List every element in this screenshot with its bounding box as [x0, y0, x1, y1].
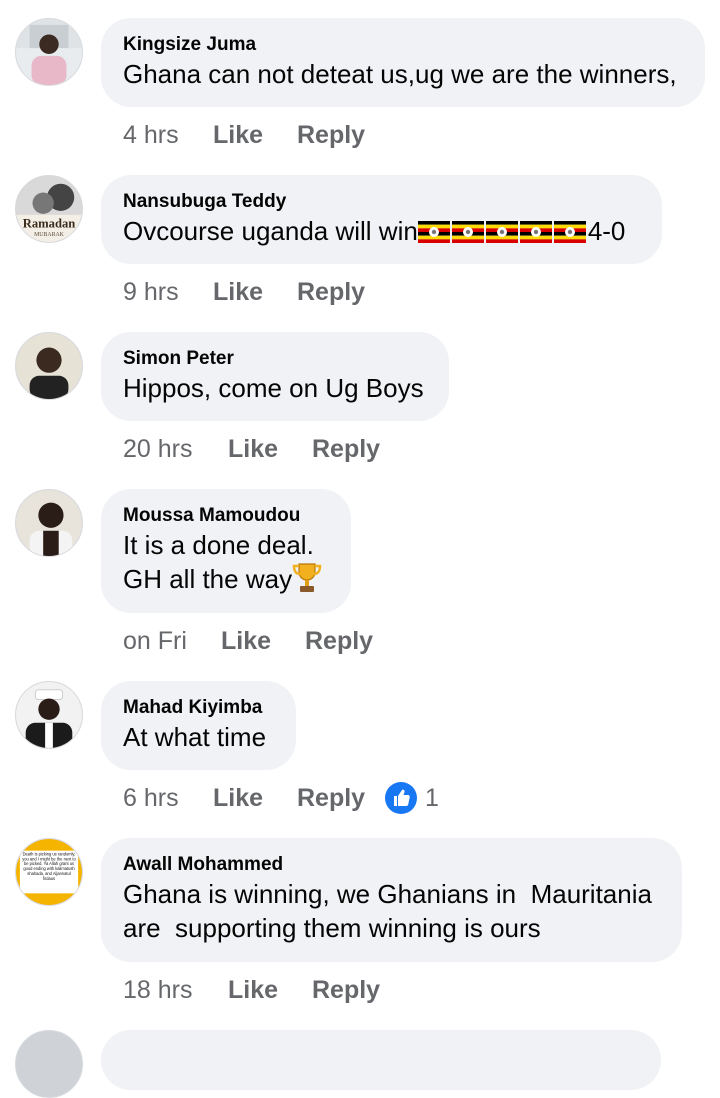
comment-bubble: Kingsize Juma Ghana can not deteat us,ug…	[101, 18, 705, 107]
comment-text-line: Ghana can not deteat us,ug we are the wi…	[123, 59, 677, 89]
avatar-text: Ramadan	[23, 216, 76, 230]
reply-button[interactable]: Reply	[312, 435, 380, 464]
reply-button[interactable]: Reply	[305, 627, 373, 656]
comment-text-line-2: GH all the way	[123, 562, 329, 596]
comment-time[interactable]: on Fri	[123, 627, 221, 656]
comment-text-line-content: GH all the way	[123, 564, 293, 594]
comment-bubble: Mahad Kiyimba At what time	[101, 681, 296, 770]
like-button[interactable]: Like	[213, 121, 297, 150]
comment-time[interactable]: 18 hrs	[123, 976, 228, 1005]
uganda-flag-icon	[451, 221, 484, 243]
uganda-flag-icon	[519, 221, 552, 243]
avatar[interactable]	[15, 681, 83, 749]
comment-text-line: It is a done deal.	[123, 530, 314, 560]
uganda-flag-icon	[553, 221, 586, 243]
avatar-text: Death is picking us randomly, you and I …	[22, 851, 76, 881]
comment-bubble: Awall Mohammed Ghana is winning, we Ghan…	[101, 838, 682, 962]
reply-button[interactable]: Reply	[297, 278, 365, 307]
comment-text: Hippos, come on Ug Boys	[123, 371, 427, 405]
avatar[interactable]	[15, 1030, 83, 1098]
flags-group	[417, 216, 588, 246]
reply-button[interactable]: Reply	[297, 784, 385, 813]
comment-meta: 18 hrs Like Reply	[123, 970, 380, 1010]
comment-meta: 4 hrs Like Reply	[123, 115, 365, 155]
comment-author[interactable]: Awall Mohammed	[123, 853, 660, 877]
comment-text-line: are supporting them winning is ours	[123, 913, 541, 943]
comment-meta: on Fri Like Reply	[123, 621, 373, 661]
comment-time[interactable]: 6 hrs	[123, 784, 213, 813]
like-button[interactable]: Like	[213, 784, 297, 813]
comment-author[interactable]: Kingsize Juma	[123, 33, 683, 57]
trophy-icon	[292, 562, 322, 594]
comment-text: Ghana can not deteat us,ug we are the wi…	[123, 57, 683, 91]
comment-author[interactable]: Nansubuga Teddy	[123, 190, 640, 214]
comment-meta: 9 hrs Like Reply	[123, 272, 365, 312]
comment-author[interactable]: Mahad Kiyimba	[123, 696, 274, 720]
comment-bubble	[101, 1030, 661, 1090]
like-button[interactable]: Like	[213, 278, 297, 307]
reaction-count[interactable]: 1	[425, 784, 439, 813]
comment-text: It is a done deal. GH all the way	[123, 528, 329, 596]
comment-bubble: Simon Peter Hippos, come on Ug Boys	[101, 332, 449, 421]
comment-meta: 6 hrs Like Reply 1	[123, 778, 439, 818]
avatar-text: MUBARAK	[34, 232, 65, 238]
like-reaction-icon[interactable]	[385, 782, 417, 814]
comment-time[interactable]: 20 hrs	[123, 435, 228, 464]
comment-text-line: At what time	[123, 722, 267, 752]
avatar[interactable]	[15, 332, 83, 400]
comment-author[interactable]: Simon Peter	[123, 347, 427, 371]
avatar[interactable]: Ramadan MUBARAK	[15, 175, 83, 243]
comment-text-line: Ovcourse uganda will win	[123, 216, 418, 246]
comment-bubble: Moussa Mamoudou It is a done deal. GH al…	[101, 489, 351, 613]
like-button[interactable]: Like	[228, 435, 312, 464]
avatar[interactable]: Death is picking us randomly, you and I …	[15, 838, 83, 906]
avatar[interactable]	[15, 18, 83, 86]
comment-bubble: Nansubuga Teddy Ovcourse uganda will win…	[101, 175, 662, 264]
comment-text: Ghana is winning, we Ghanians in Maurita…	[123, 877, 660, 945]
comment-text: Ovcourse uganda will win 4-0	[123, 214, 640, 248]
like-button[interactable]: Like	[228, 976, 312, 1005]
comment-text-line: Ghana is winning, we Ghanians in Maurita…	[123, 879, 652, 909]
uganda-flag-icon	[417, 221, 450, 243]
comment-text: At what time	[123, 720, 274, 754]
like-button[interactable]: Like	[221, 627, 305, 656]
avatar[interactable]	[15, 489, 83, 557]
uganda-flag-icon	[485, 221, 518, 243]
comment-meta: 20 hrs Like Reply	[123, 429, 380, 469]
comment-author[interactable]: Moussa Mamoudou	[123, 504, 329, 528]
comment-text-line: Hippos, come on Ug Boys	[123, 373, 424, 403]
comment-time[interactable]: 9 hrs	[123, 278, 213, 307]
comment-text-suffix: 4-0	[587, 216, 626, 246]
reply-button[interactable]: Reply	[297, 121, 365, 150]
comment-time[interactable]: 4 hrs	[123, 121, 213, 150]
reply-button[interactable]: Reply	[312, 976, 380, 1005]
